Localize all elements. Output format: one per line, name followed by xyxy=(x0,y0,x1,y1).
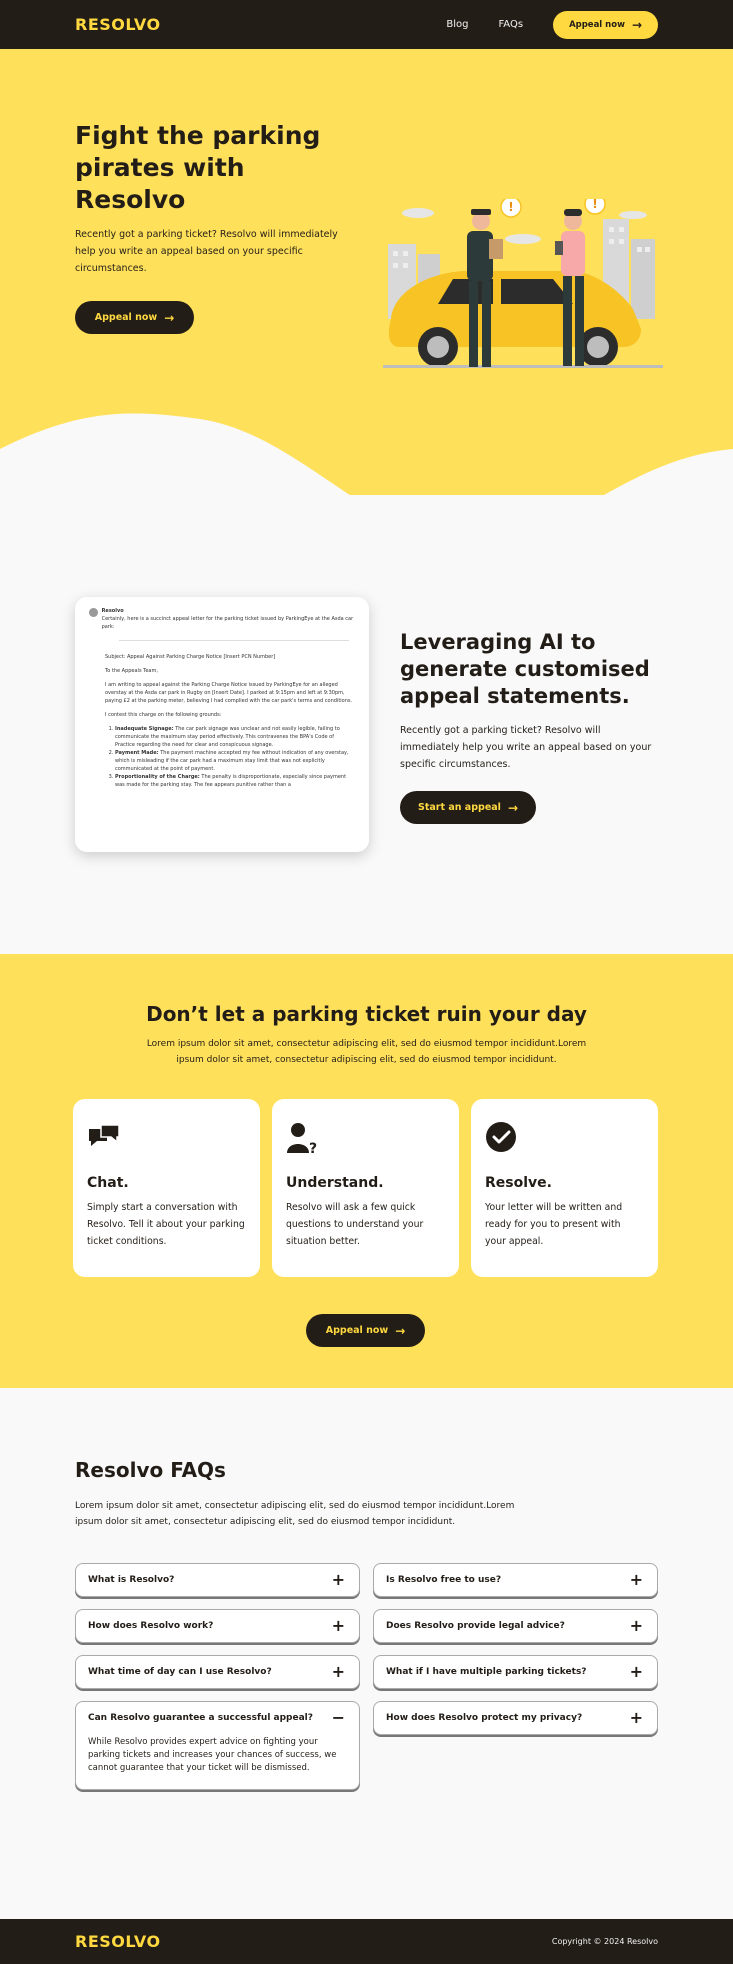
nav-appeal-button[interactable]: Appeal now → xyxy=(553,10,658,39)
faq-item[interactable]: Is Resolvo free to use? + xyxy=(373,1563,658,1597)
nav-link-faqs[interactable]: FAQs xyxy=(498,19,523,30)
faq-item-expanded[interactable]: Can Resolvo guarantee a successful appea… xyxy=(75,1701,360,1790)
faq-question: What if I have multiple parking tickets? xyxy=(386,1667,587,1677)
user-question-icon: ? xyxy=(287,1123,317,1157)
chat-intro: Certainly, here is a succinct appeal let… xyxy=(101,616,354,630)
hero-text: Fight the parking pirates with Resolvo R… xyxy=(75,120,345,334)
faq-question: What is Resolvo? xyxy=(88,1575,175,1585)
faq-question: What time of day can I use Resolvo? xyxy=(88,1667,272,1677)
faq-answer: While Resolvo provides expert advice on … xyxy=(88,1737,337,1773)
faq-item[interactable]: How does Resolvo work? + xyxy=(75,1609,360,1643)
faq-question: How does Resolvo protect my privacy? xyxy=(386,1713,583,1723)
arrow-right-icon: → xyxy=(631,17,642,32)
hero-title: Fight the parking pirates with Resolvo xyxy=(75,121,321,214)
arrow-right-icon: → xyxy=(507,800,518,815)
hero-appeal-label: Appeal now xyxy=(94,312,158,323)
plus-icon[interactable]: + xyxy=(630,1664,643,1680)
svg-text:?: ? xyxy=(309,1141,317,1155)
faq-subtitle: Lorem ipsum dolor sit amet, consectetur … xyxy=(75,1501,515,1527)
letter-paragraph: I contest this charge on the following g… xyxy=(105,712,222,718)
feature-text: Resolvo will ask a few quick questions t… xyxy=(286,1202,424,1247)
resolvo-avatar-icon xyxy=(89,608,98,617)
hero-wave-divider xyxy=(0,413,733,495)
feature-title: Chat. xyxy=(87,1175,129,1191)
hero-section: Fight the parking pirates with Resolvo R… xyxy=(0,49,733,495)
feature-text: Your letter will be written and ready fo… xyxy=(485,1202,623,1247)
faq-question: How does Resolvo work? xyxy=(88,1621,214,1631)
letter-greeting: To the Appeals Team, xyxy=(105,668,158,674)
faq-question: Can Resolvo guarantee a successful appea… xyxy=(88,1713,313,1723)
feature-card-resolve: Resolve. Your letter will be written and… xyxy=(471,1099,658,1277)
plus-icon[interactable]: + xyxy=(630,1618,643,1634)
faq-item[interactable]: What if I have multiple parking tickets?… xyxy=(373,1655,658,1689)
features-subtitle: Lorem ipsum dolor sit amet, consectetur … xyxy=(146,1039,587,1065)
feature-title: Resolve. xyxy=(485,1175,552,1191)
feature-text: Simply start a conversation with Resolvo… xyxy=(87,1202,245,1247)
svg-text:!: ! xyxy=(508,200,513,214)
svg-text:!: ! xyxy=(592,199,597,211)
plus-icon[interactable]: + xyxy=(332,1618,345,1634)
letter-subject: Subject: Appeal Against Parking Charge N… xyxy=(105,654,276,660)
plus-icon[interactable]: + xyxy=(630,1572,643,1588)
faq-item[interactable]: How does Resolvo protect my privacy? + xyxy=(373,1701,658,1735)
footer-logo[interactable]: RESOLVO xyxy=(75,1932,161,1951)
faq-item[interactable]: What time of day can I use Resolvo? + xyxy=(75,1655,360,1689)
feature-title: Understand. xyxy=(286,1175,384,1191)
chat-bubbles-icon xyxy=(89,1124,120,1146)
minus-icon[interactable]: − xyxy=(332,1710,345,1726)
start-appeal-button[interactable]: Start an appeal → xyxy=(400,791,536,824)
faq-title: Resolvo FAQs xyxy=(75,1458,226,1482)
letter-point: Payment Made: The payment machine accept… xyxy=(115,749,355,773)
features-title: Don’t let a parking ticket ruin your day xyxy=(146,1002,587,1026)
start-appeal-label: Start an appeal xyxy=(418,802,501,813)
arrow-right-icon: → xyxy=(395,1323,406,1338)
logo[interactable]: RESOLVO xyxy=(75,15,161,34)
check-circle-icon xyxy=(486,1122,516,1152)
arrow-right-icon: → xyxy=(164,310,175,325)
ai-title: Leveraging AI to generate customised app… xyxy=(400,630,650,708)
features-section: Don’t let a parking ticket ruin your day… xyxy=(0,954,733,1388)
plus-icon[interactable]: + xyxy=(332,1572,345,1588)
divider xyxy=(119,640,349,641)
ai-section: Resolvo Certainly, here is a succinct ap… xyxy=(0,495,733,954)
feature-card-chat: Chat. Simply start a conversation with R… xyxy=(73,1099,260,1277)
top-nav: RESOLVO Blog FAQs Appeal now → xyxy=(0,0,733,49)
feature-card-understand: ? Understand. Resolvo will ask a few qui… xyxy=(272,1099,459,1277)
nav-appeal-label: Appeal now xyxy=(569,19,625,30)
copyright-text: Copyright © 2024 Resolvo xyxy=(551,1937,658,1946)
faq-question: Is Resolvo free to use? xyxy=(386,1575,502,1585)
parking-dispute-illustration: ! ! xyxy=(383,199,663,368)
letter-points: Inadequate Signage: The car park signage… xyxy=(105,725,355,789)
letter-paragraph: I am writing to appeal against the Parki… xyxy=(105,682,353,704)
hero-description: Recently got a parking ticket? Resolvo w… xyxy=(75,229,338,274)
plus-icon[interactable]: + xyxy=(630,1710,643,1726)
nav-link-blog[interactable]: Blog xyxy=(446,19,468,30)
features-appeal-label: Appeal now xyxy=(325,1325,389,1336)
faq-item[interactable]: Does Resolvo provide legal advice? + xyxy=(373,1609,658,1643)
ai-text: Leveraging AI to generate customised app… xyxy=(400,629,662,824)
chat-sender: Resolvo xyxy=(101,608,124,614)
appeal-letter-screenshot: Resolvo Certainly, here is a succinct ap… xyxy=(75,597,369,852)
faq-item[interactable]: What is Resolvo? + xyxy=(75,1563,360,1597)
letter-point: Proportionality of the Charge: The penal… xyxy=(115,773,355,789)
nav-links: Blog FAQs Appeal now → xyxy=(446,10,658,39)
hero-appeal-button[interactable]: Appeal now → xyxy=(75,301,194,334)
footer: RESOLVO Copyright © 2024 Resolvo xyxy=(0,1919,733,1964)
plus-icon[interactable]: + xyxy=(332,1664,345,1680)
faq-question: Does Resolvo provide legal advice? xyxy=(386,1621,565,1631)
ai-description: Recently got a parking ticket? Resolvo w… xyxy=(400,725,652,770)
faq-section: Resolvo FAQs Lorem ipsum dolor sit amet,… xyxy=(0,1388,733,1919)
features-appeal-button[interactable]: Appeal now → xyxy=(306,1314,425,1347)
letter-point: Inadequate Signage: The car park signage… xyxy=(115,725,355,749)
